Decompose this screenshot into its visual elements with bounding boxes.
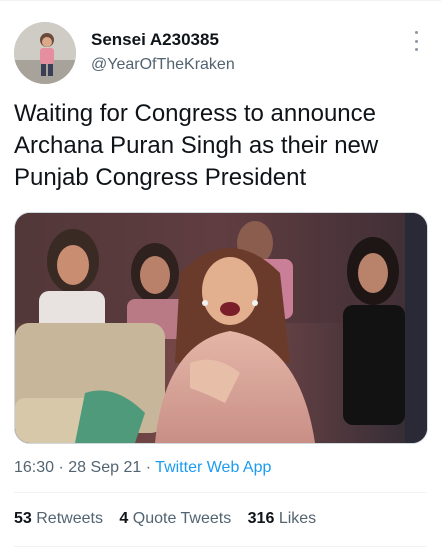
meta-separator: · bbox=[145, 459, 152, 476]
quote-tweets-stat[interactable]: 4 Quote Tweets bbox=[119, 510, 231, 527]
tweet-line: Punjab Congress President bbox=[14, 164, 307, 191]
retweets-stat[interactable]: 53 Retweets bbox=[14, 510, 103, 527]
author-display-name[interactable]: Sensei A230385 bbox=[91, 30, 219, 50]
meta-separator: · bbox=[58, 459, 64, 476]
tweet-source-app[interactable]: Twitter Web App bbox=[155, 459, 271, 476]
likes-label: Likes bbox=[278, 510, 317, 527]
tweet-time[interactable]: 16:30 bbox=[14, 459, 54, 476]
tweet-line: Waiting for Congress to announce bbox=[14, 100, 376, 127]
tweet-line: Archana Puran Singh as their new bbox=[14, 132, 379, 159]
top-divider bbox=[0, 0, 441, 1]
retweets-label: Retweets bbox=[36, 510, 103, 527]
likes-stat[interactable]: 316 Likes bbox=[248, 510, 317, 527]
quote-tweets-count: 4 bbox=[119, 510, 129, 527]
tweet-date[interactable]: 28 Sep 21 bbox=[68, 459, 141, 476]
more-vertical-icon[interactable] bbox=[409, 31, 423, 51]
tweet-photo[interactable] bbox=[14, 212, 428, 444]
photo-image bbox=[15, 213, 427, 443]
divider bbox=[14, 492, 427, 493]
tweet-meta: 16:30 · 28 Sep 21 · Twitter Web App bbox=[14, 459, 271, 477]
avatar-image bbox=[14, 22, 76, 84]
quote-tweets-label: Quote Tweets bbox=[132, 510, 232, 527]
tweet-stats: 53 Retweets 4 Quote Tweets 316 Likes bbox=[14, 510, 328, 528]
divider bbox=[14, 546, 427, 547]
likes-count: 316 bbox=[247, 510, 275, 527]
avatar[interactable] bbox=[14, 22, 76, 84]
author-handle[interactable]: @YearOfTheKraken bbox=[91, 56, 235, 74]
retweets-count: 53 bbox=[14, 510, 32, 527]
tweet-text: Waiting for Congress to announce Archana… bbox=[14, 98, 434, 194]
